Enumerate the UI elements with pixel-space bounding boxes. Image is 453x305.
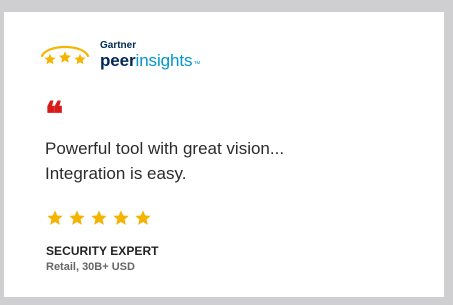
trademark-symbol: ™ [193,61,201,68]
three-stars-logo-icon [40,45,90,65]
star-rating [46,209,152,227]
rating-star-icon [69,210,85,225]
rating-star-icon [135,210,151,225]
screenshot-frame: Gartner peerinsights™ ❝ Powerful tool wi… [0,0,453,305]
brand-primary: peer [100,51,136,70]
quote-mark-icon: ❝ [45,95,63,135]
logo-text: Gartner peerinsights™ [100,41,200,73]
brand-secondary: insights [135,51,193,70]
reviewer-organization: Retail, 30B+ USD [46,261,135,273]
rating-star-icon [113,210,129,225]
reviewer-role: SECURITY EXPERT [46,244,159,258]
peer-insights-label: peerinsights™ [100,52,200,73]
gartner-label: Gartner [100,40,137,51]
rating-star-icon [91,210,107,225]
review-text: Powerful tool with great vision... Integ… [45,139,285,183]
review-card: Gartner peerinsights™ ❝ Powerful tool wi… [4,12,444,297]
reviewer-info: SECURITY EXPERT Retail, 30B+ USD [46,244,159,274]
rating-star-icon [47,210,63,225]
gartner-peer-insights-logo: Gartner peerinsights™ [38,41,200,73]
